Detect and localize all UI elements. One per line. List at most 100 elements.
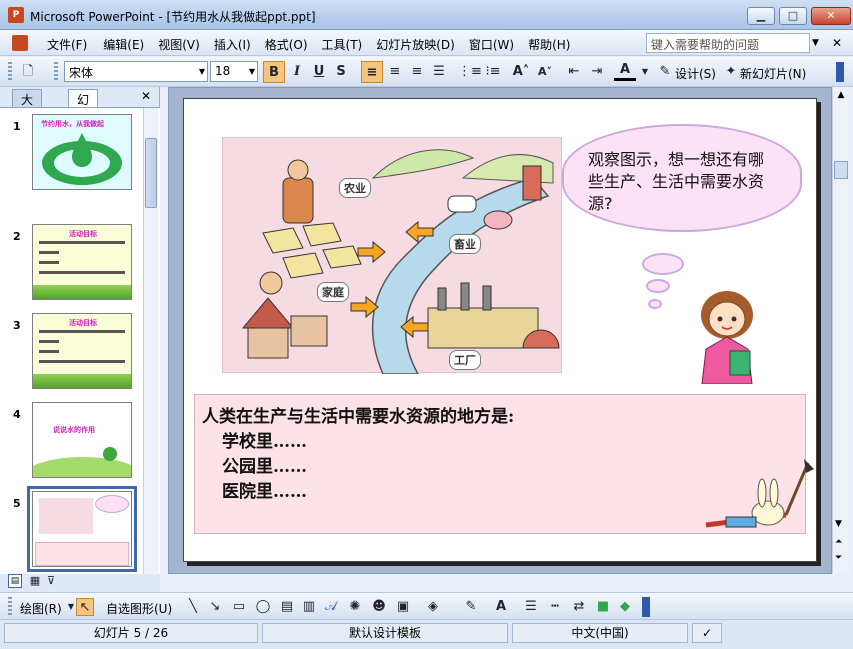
close-document-button[interactable]: ✕ (832, 36, 842, 50)
menu-view[interactable]: 视图(V) (151, 36, 207, 53)
font-size-select[interactable]: 18 ▼ (210, 61, 258, 82)
label-farm: 农业 (339, 178, 371, 198)
wordart-icon[interactable]: 𝒜 (322, 598, 340, 616)
toolbar-grip[interactable] (8, 597, 12, 617)
dash-style-icon[interactable]: ┅ (546, 598, 564, 616)
new-slide-button[interactable]: 新幻灯片(N) (740, 65, 806, 82)
slide-thumbnail-5[interactable] (27, 486, 137, 572)
shadow-button[interactable]: S (330, 61, 352, 83)
chevron-down-icon[interactable]: ▼ (812, 38, 819, 48)
shadow-style-icon[interactable]: ■ (594, 598, 612, 616)
bullets-icon[interactable]: ⁝≡ (482, 61, 504, 83)
arrow-style-icon[interactable]: ⇄ (570, 598, 588, 616)
increase-font-icon[interactable]: A˄ (510, 61, 532, 83)
thumbnail-title: 节约用水，从我做起 (41, 120, 104, 128)
menu-file[interactable]: 文件(F) (40, 36, 94, 53)
font-name-select[interactable]: 宋体 ▼ (64, 61, 208, 82)
design-template[interactable]: 默认设计模板 (262, 623, 508, 643)
toolbar-grip[interactable] (54, 62, 58, 82)
textbox-icon[interactable]: ▤ (278, 598, 296, 616)
align-center-icon[interactable]: ≡ (384, 61, 406, 83)
tab-outline[interactable]: 大纲 (12, 89, 43, 124)
font-name-value: 宋体 (69, 66, 94, 80)
thumbnail-title: 活动目标 (69, 230, 97, 238)
underline-button[interactable]: U (308, 61, 330, 83)
next-slide-icon[interactable]: ⏷ (835, 553, 842, 563)
decrease-indent-icon[interactable]: ⇤ (563, 61, 585, 83)
menu-insert[interactable]: 插入(I) (207, 36, 258, 53)
menu-format[interactable]: 格式(O) (258, 36, 315, 53)
toolbar-options-button[interactable] (836, 62, 844, 82)
toolbar-options-button[interactable] (642, 597, 650, 617)
previous-slide-icon[interactable]: ⏶ (835, 537, 842, 547)
align-right-icon[interactable]: ≡ (406, 61, 428, 83)
thought-cloud-text: 观察图示，想一想还有哪些生产、生活中需要水资源? (588, 150, 765, 213)
menu-help[interactable]: 帮助(H) (521, 36, 577, 53)
font-color-icon[interactable]: A (614, 61, 636, 81)
picture-icon[interactable]: ▣ (394, 598, 412, 616)
decrease-font-icon[interactable]: A˅ (534, 61, 556, 83)
increase-indent-icon[interactable]: ⇥ (586, 61, 608, 83)
scroll-up-icon[interactable]: ▲ (833, 87, 849, 103)
numbering-icon[interactable]: ⋮≡ (458, 61, 482, 83)
label-factory: 工厂 (449, 350, 481, 370)
new-slide-icon[interactable]: ✦ (720, 61, 742, 83)
thumbnail-scrollbar[interactable] (143, 108, 158, 574)
italic-button[interactable]: I (286, 61, 308, 83)
design-icon[interactable]: ✎ (654, 61, 676, 83)
line-style-icon[interactable]: ☰ (522, 598, 540, 616)
menu-items: 文件(F) 编辑(E) 视图(V) 插入(I) 格式(O) 工具(T) 幻灯片放… (40, 36, 577, 53)
close-panel-button[interactable]: ✕ (141, 89, 151, 103)
slide-thumbnail-2[interactable]: 活动目标 (32, 224, 132, 300)
tab-slides[interactable]: 幻灯片 (68, 89, 99, 141)
toolbar-grip[interactable] (8, 62, 12, 82)
slide-thumbnail-4[interactable]: 说说水的作用 (32, 402, 132, 478)
align-left-icon[interactable]: ≡ (361, 61, 383, 83)
fill-color-icon[interactable]: ◈ (424, 598, 442, 616)
label-home: 家庭 (317, 282, 349, 302)
normal-view-icon[interactable]: ▤ (8, 574, 22, 588)
new-document-icon[interactable]: 🗋 (17, 61, 39, 83)
menu-window[interactable]: 窗口(W) (462, 36, 521, 53)
help-search-input[interactable]: 键入需要帮助的问题 (646, 33, 810, 53)
powerpoint-app-icon[interactable]: P (8, 7, 24, 23)
line-color-icon[interactable]: ✎ (462, 598, 480, 616)
line-icon[interactable]: ╲ (184, 598, 202, 616)
font-color-icon[interactable]: A (492, 598, 510, 616)
rabbit-painter-icon (705, 459, 814, 528)
slide-editing-area: 农业 畜业 家庭 工厂 观察图示，想一想还有哪些生产、生活中需要水资源? 人类在… (168, 87, 832, 574)
document-icon[interactable] (12, 35, 28, 51)
oval-icon[interactable]: ◯ (254, 598, 272, 616)
textbox-line: 公园里…… (222, 457, 307, 477)
draw-menu-button[interactable]: 绘图(R) (20, 600, 62, 617)
scroll-down-icon[interactable]: ▼ (835, 519, 842, 529)
scrollbar-thumb[interactable] (834, 161, 848, 179)
slide-scrollbar[interactable]: ▲ ▼ ⏶ ⏷ (832, 87, 849, 574)
thought-bubble (648, 299, 662, 309)
slide-thumbnail-3[interactable]: 活动目标 (32, 313, 132, 389)
autoshapes-menu-button[interactable]: 自选图形(U) (106, 600, 172, 617)
select-objects-icon[interactable]: ↖ (76, 598, 94, 616)
bold-button[interactable]: B (263, 61, 285, 83)
close-window-button[interactable]: ✕ (811, 7, 851, 25)
spelling-check-icon[interactable]: ✓ (692, 623, 722, 643)
status-bar: 幻灯片 5 / 26 默认设计模板 中文(中国) ✓ (0, 620, 853, 649)
design-button[interactable]: 设计(S) (675, 65, 716, 82)
vertical-textbox-icon[interactable]: ▥ (300, 598, 318, 616)
slide-thumbnail-1[interactable]: 节约用水，从我做起 (32, 114, 132, 190)
rectangle-icon[interactable]: ▭ (230, 598, 248, 616)
diagram-icon[interactable]: ✺ (346, 598, 364, 616)
minimize-button[interactable]: ▁ (747, 7, 775, 25)
scrollbar-thumb[interactable] (145, 138, 157, 208)
current-slide[interactable]: 农业 畜业 家庭 工厂 观察图示，想一想还有哪些生产、生活中需要水资源? 人类在… (183, 98, 817, 562)
clipart-icon[interactable]: ☻ (370, 598, 388, 616)
menu-tools[interactable]: 工具(T) (315, 36, 370, 53)
arrow-icon[interactable]: ↘ (206, 598, 224, 616)
menu-slideshow[interactable]: 幻灯片放映(D) (369, 36, 462, 53)
menu-edit[interactable]: 编辑(E) (96, 36, 151, 53)
slideshow-view-icon[interactable]: ⊽ (42, 574, 60, 592)
3d-style-icon[interactable]: ◆ (616, 598, 634, 616)
maximize-button[interactable]: □ (779, 7, 807, 25)
chevron-down-icon[interactable]: ▼ (634, 61, 656, 83)
justify-icon[interactable]: ☰ (428, 61, 450, 83)
